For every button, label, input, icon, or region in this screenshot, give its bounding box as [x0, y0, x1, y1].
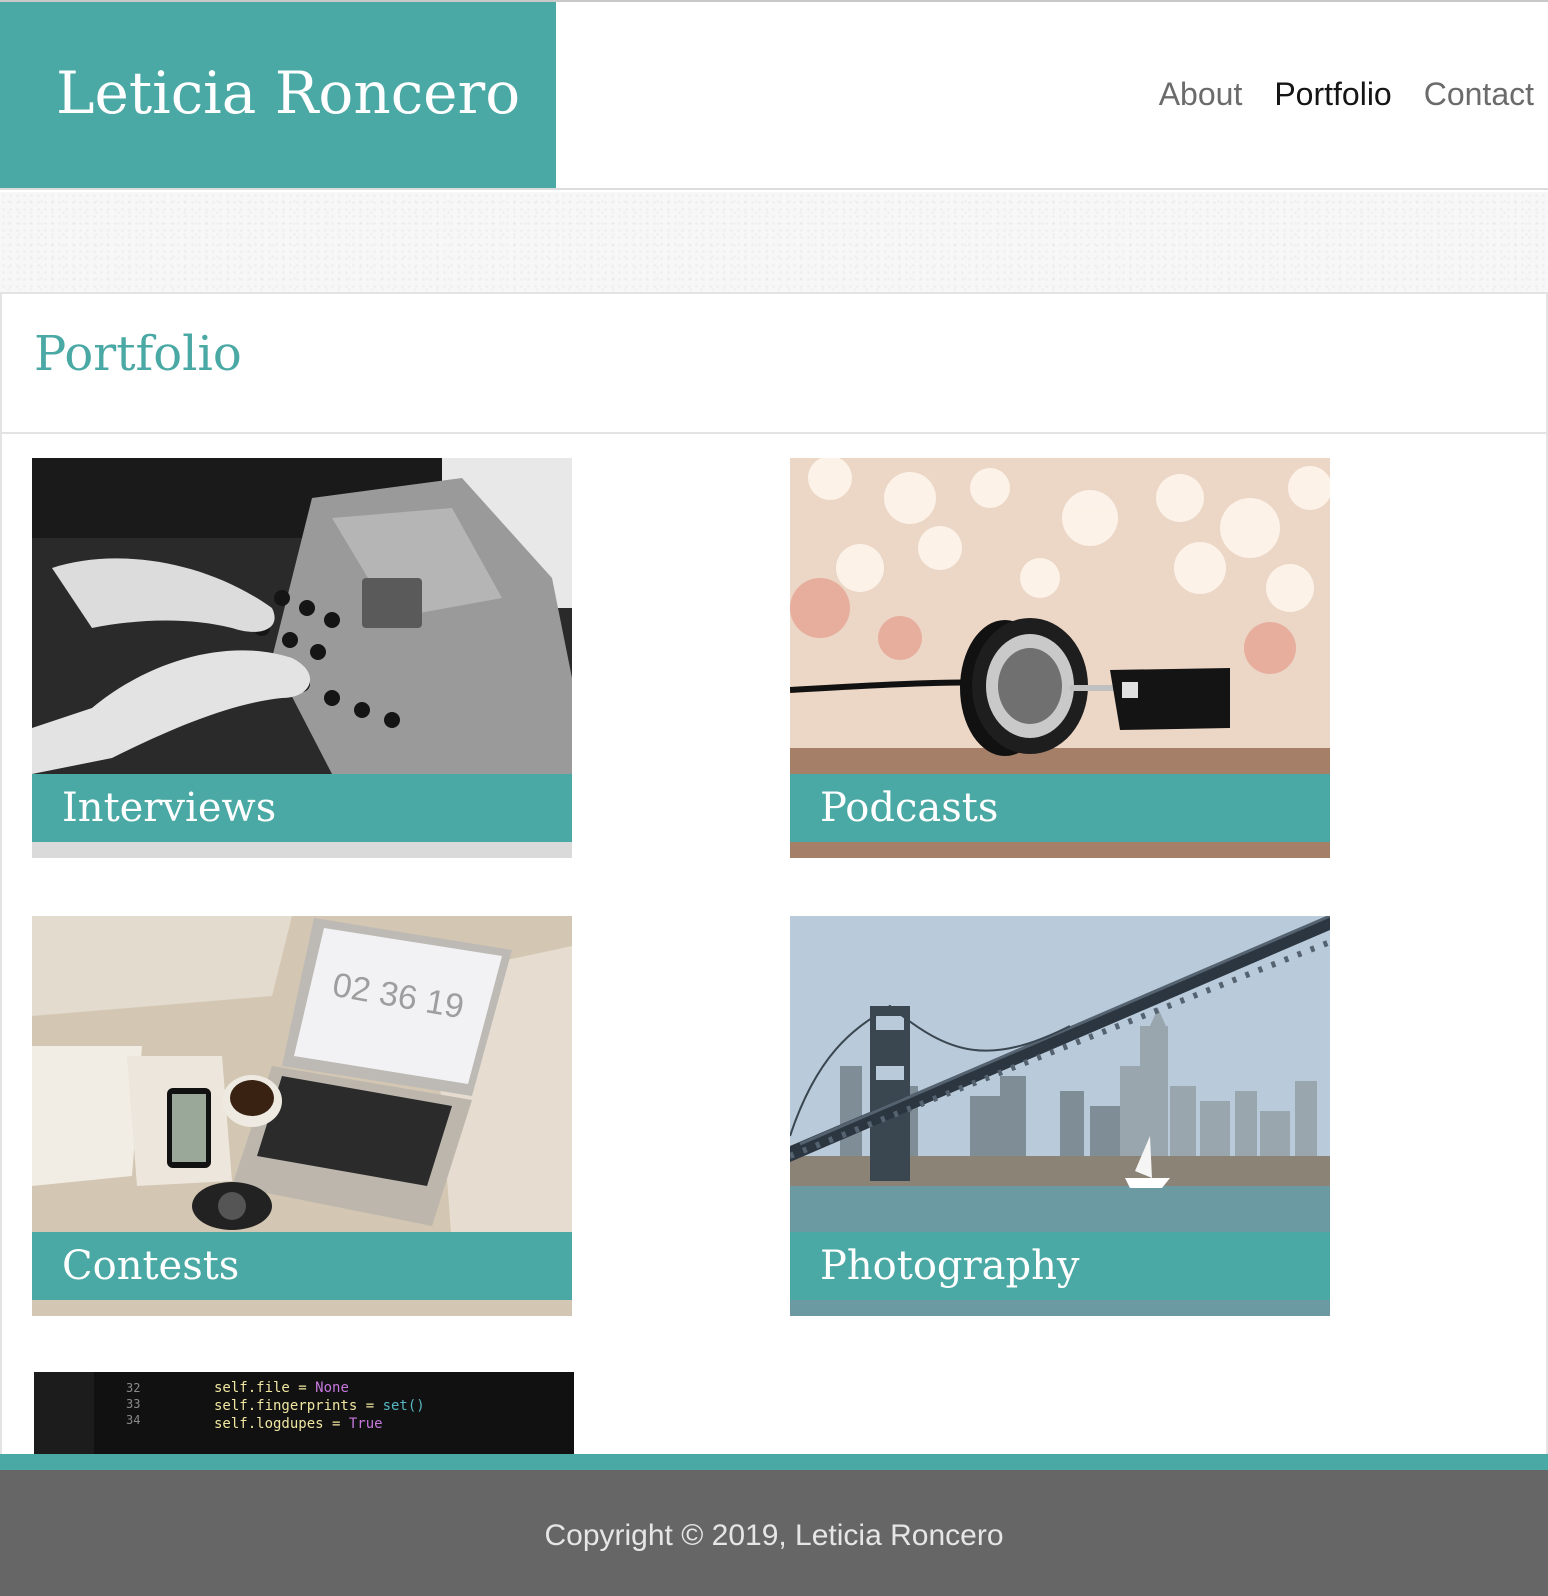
card-label[interactable]: Podcasts [820, 782, 998, 834]
portfolio-card-photography[interactable]: Photography [790, 916, 1330, 1316]
card-caption[interactable]: Interviews [32, 774, 572, 842]
code-screen-photo[interactable]: 32 33 34 self.file = None self.fingerprint… [34, 1372, 574, 1454]
card-label[interactable]: Photography [820, 1240, 1079, 1292]
card-caption[interactable]: Photography [790, 1232, 1330, 1300]
portfolio-panel: Portfolio Interviews Podcasts 02 36 19 C… [0, 292, 1548, 1454]
card-label[interactable]: Contests [62, 1240, 239, 1292]
svg-text:self.logdupes = True: self.logdupes = True [214, 1416, 383, 1432]
main-nav: About Portfolio Contact [1159, 76, 1534, 113]
nav-about[interactable]: About [1159, 76, 1243, 113]
svg-text:34: 34 [126, 1413, 140, 1427]
nav-portfolio[interactable]: Portfolio [1274, 76, 1391, 113]
site-title[interactable]: Leticia Roncero [56, 58, 520, 128]
card-caption[interactable]: Contests [32, 1232, 572, 1300]
page-title: Portfolio [34, 326, 242, 382]
svg-text:32: 32 [126, 1381, 140, 1395]
panel-header: Portfolio [2, 294, 1546, 434]
svg-text:self.fingerprints = set(): self.fingerprints = set() [214, 1398, 425, 1414]
card-label[interactable]: Interviews [62, 782, 276, 834]
svg-text:self.file = None: self.file = None [214, 1380, 349, 1396]
card-caption[interactable]: Podcasts [790, 774, 1330, 842]
site-footer: Copyright © 2019, Leticia Roncero [0, 1470, 1548, 1596]
svg-text:33: 33 [126, 1397, 140, 1411]
portfolio-card-podcasts[interactable]: Podcasts [790, 458, 1330, 858]
footer-accent-stripe [0, 1454, 1548, 1470]
copyright-text: Copyright © 2019, Leticia Roncero [544, 1519, 1004, 1552]
site-header: Leticia Roncero About Portfolio Contact [0, 2, 1548, 190]
portfolio-card-contests[interactable]: 02 36 19 Contests [32, 916, 572, 1316]
nav-contact[interactable]: Contact [1424, 76, 1534, 113]
texture-band [0, 192, 1548, 292]
brand-block[interactable]: Leticia Roncero [0, 2, 556, 188]
portfolio-card-interviews[interactable]: Interviews [32, 458, 572, 858]
